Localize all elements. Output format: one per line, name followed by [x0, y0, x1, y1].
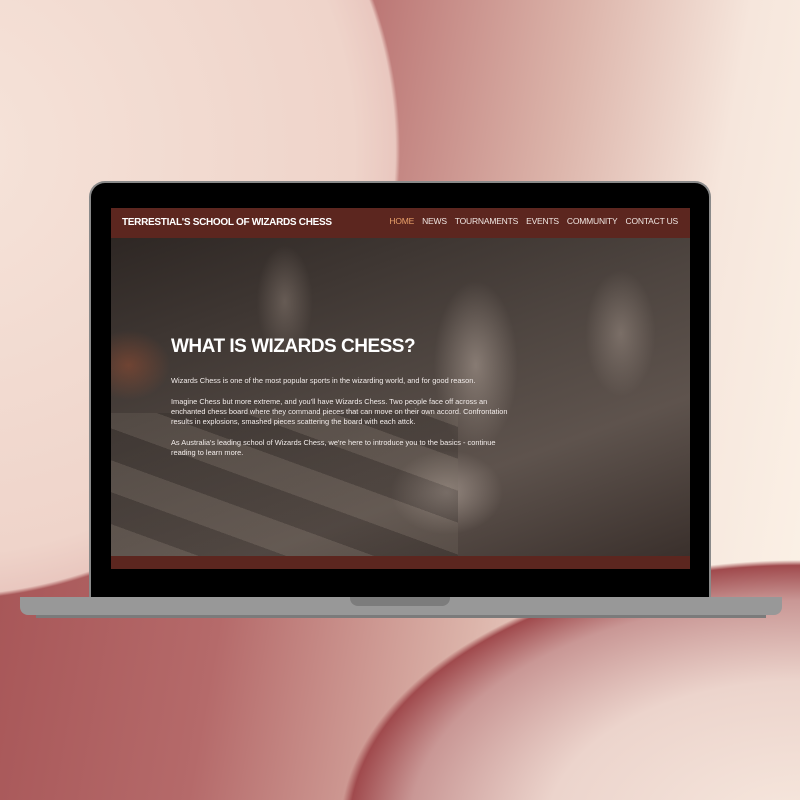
site-footer [111, 556, 690, 569]
hero-heading: WHAT IS WIZARDS CHESS? [171, 336, 416, 357]
nav-events[interactable]: EVENTS [526, 216, 559, 226]
hero-content: WHAT IS WIZARDS CHESS? Wizards Chess is … [171, 332, 521, 469]
nav-news[interactable]: NEWS [422, 216, 447, 226]
nav-menu: HOME NEWS TOURNAMENTS EVENTS COMMUNITY C… [389, 216, 678, 226]
nav-tournaments[interactable]: TOURNAMENTS [455, 216, 518, 226]
nav-community[interactable]: COMMUNITY [567, 216, 618, 226]
laptop-notch [350, 597, 450, 606]
nav-home[interactable]: HOME [389, 216, 414, 226]
hero-paragraph: Wizards Chess is one of the most popular… [171, 376, 476, 385]
laptop-base-shadow [36, 615, 766, 618]
hero-paragraph: Imagine Chess but more extreme, and you'… [171, 397, 508, 426]
nav-contact-us[interactable]: CONTACT US [626, 216, 679, 226]
laptop-screen: TERRESTIAL'S SCHOOL OF WIZARDS CHESS HOM… [111, 208, 690, 569]
hero-paragraph: As Australia's leading school of Wizards… [171, 438, 496, 457]
site-navbar: TERRESTIAL'S SCHOOL OF WIZARDS CHESS HOM… [111, 208, 690, 238]
site-title[interactable]: TERRESTIAL'S SCHOOL OF WIZARDS CHESS [122, 213, 332, 233]
